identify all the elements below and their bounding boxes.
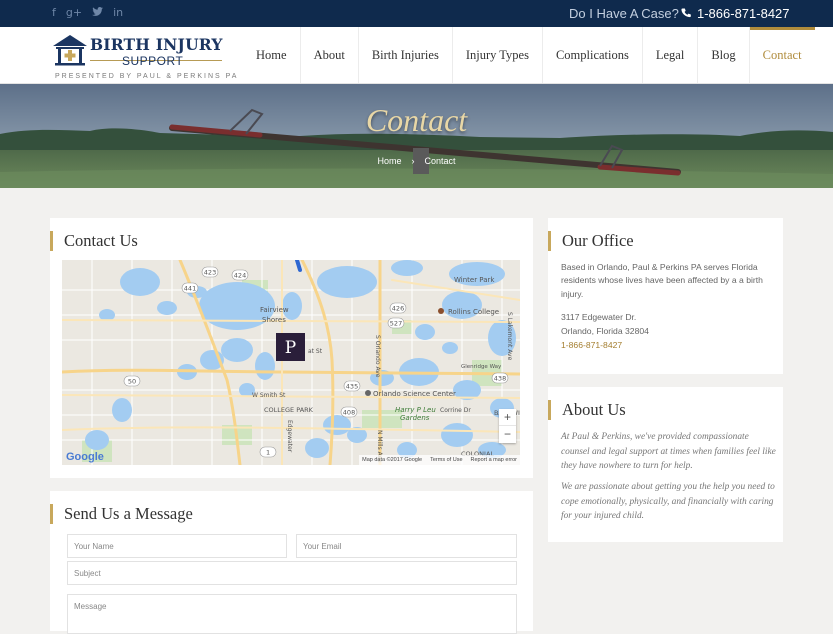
site-logo[interactable]: BIRTH INJURY SUPPORT PRESENTED BY PAUL &…: [52, 33, 236, 80]
site-header: BIRTH INJURY SUPPORT PRESENTED BY PAUL &…: [0, 27, 833, 84]
office-card: Our Office Based in Orlando, Paul & Perk…: [548, 218, 783, 374]
map-report-link[interactable]: Report a map error: [471, 457, 517, 463]
nav-item-injury-types[interactable]: Injury Types: [451, 27, 542, 83]
about-paragraph-2: We are passionate about getting you the …: [561, 482, 775, 522]
map-label-glenridge: Glenridge Way: [461, 364, 502, 370]
map-shield-527: 527: [390, 319, 402, 327]
case-link[interactable]: Do I Have A Case?: [569, 6, 679, 21]
map-shield-423: 423: [204, 268, 216, 276]
office-phone-link[interactable]: 1-866-871-8427: [561, 339, 622, 352]
map-label-rollins: Rollins College: [448, 308, 499, 316]
nav-item-blog[interactable]: Blog: [697, 27, 748, 83]
subject-field[interactable]: Subject: [67, 561, 517, 585]
about-heading: About Us: [548, 400, 626, 420]
map-label-w-par: at St: [308, 348, 323, 355]
map-terms-link[interactable]: Terms of Use: [430, 457, 462, 463]
map-shield-1: 1: [266, 448, 270, 456]
top-bar: f g+ in Do I Have A Case? 1-866-871-8427: [0, 0, 833, 27]
map-shield-435: 435: [346, 382, 358, 390]
top-phone-link[interactable]: 1-866-871-8427: [681, 6, 790, 21]
map-attribution-bar: Map data ©2017 Google Terms of Use Repor…: [359, 455, 520, 465]
map-label-lakemont: S Lakemont Ave: [506, 312, 513, 361]
map-shield-408: 408: [343, 408, 355, 416]
breadcrumb: Home › Contact: [0, 156, 833, 166]
map-shield-424: 424: [234, 271, 246, 279]
main-nav: Home About Birth Injuries Injury Types C…: [243, 27, 815, 83]
map-label-gardens: Gardens: [400, 414, 430, 422]
zoom-in-button[interactable]: +: [499, 409, 516, 426]
map-label-science-center: Orlando Science Center: [373, 390, 456, 398]
nav-item-birth-injuries[interactable]: Birth Injuries: [357, 27, 452, 83]
map-shield-50: 50: [128, 377, 136, 385]
map-label-winter-park: Winter Park: [454, 276, 495, 284]
message-placeholder: Message: [74, 602, 107, 611]
name-field[interactable]: Your Name: [67, 534, 287, 558]
map-data-credit: Map data ©2017 Google: [362, 457, 423, 463]
map-shield-426: 426: [392, 304, 404, 312]
facebook-icon[interactable]: f: [52, 7, 56, 19]
map-label-orlando-ave: S Orlando Ave: [374, 335, 381, 378]
nav-item-complications[interactable]: Complications: [541, 27, 642, 83]
message-card: Send Us a Message Your Name Your Email S…: [50, 491, 533, 634]
email-field[interactable]: Your Email: [296, 534, 517, 558]
linkedin-icon[interactable]: in: [113, 7, 123, 19]
map-label-shores: Shores: [262, 316, 286, 324]
message-field[interactable]: Message: [67, 594, 517, 634]
google-plus-icon[interactable]: g+: [66, 7, 82, 19]
message-heading: Send Us a Message: [50, 504, 193, 524]
page-title: Contact: [365, 102, 468, 138]
map-label-corrine: Corrine Dr: [440, 407, 471, 414]
logo-presented-by: PRESENTED BY PAUL & PERKINS PA: [55, 73, 239, 80]
map-zoom-control: + −: [499, 409, 516, 443]
office-marker-icon[interactable]: P: [276, 333, 305, 361]
nav-item-legal[interactable]: Legal: [641, 27, 697, 83]
zoom-out-button[interactable]: −: [499, 426, 516, 443]
house-plus-icon: [53, 35, 87, 66]
map-label-college-park: COLLEGE PARK: [264, 406, 314, 414]
about-card: About Us At Paul & Perkins, we've provid…: [548, 387, 783, 542]
logo-subtitle: SUPPORT: [122, 54, 184, 68]
nav-item-home[interactable]: Home: [243, 27, 300, 83]
name-placeholder: Your Name: [74, 542, 114, 551]
breadcrumb-home[interactable]: Home: [377, 156, 401, 166]
map-label-edgewater: Edgewater: [286, 420, 293, 453]
phone-icon: [681, 8, 691, 18]
breadcrumb-current: Contact: [424, 156, 456, 166]
map-label-harry: Harry P Leu: [395, 406, 436, 414]
page-hero: Contact Home › Contact: [0, 84, 833, 188]
map-label-w-smith: W Smith St: [252, 392, 286, 399]
svg-text:P: P: [285, 338, 296, 358]
twitter-icon[interactable]: [92, 7, 104, 19]
office-address-line2: Orlando, Florida 32804: [561, 326, 649, 336]
map-canvas[interactable]: 424 423 441 426 527 50 408 438 435 1 Win…: [62, 260, 520, 465]
contact-heading: Contact Us: [50, 231, 138, 251]
google-map[interactable]: 424 423 441 426 527 50 408 438 435 1 Win…: [62, 260, 520, 465]
map-shield-441: 441: [184, 284, 196, 292]
subject-placeholder: Subject: [74, 569, 101, 578]
google-logo[interactable]: Google: [66, 451, 104, 463]
breadcrumb-separator: ›: [411, 156, 415, 166]
about-paragraph-1: At Paul & Perkins, we've provided compas…: [561, 432, 776, 472]
office-heading: Our Office: [548, 231, 634, 251]
top-phone-number: 1-866-871-8427: [697, 6, 790, 21]
logo-title: BIRTH INJURY: [90, 35, 223, 54]
map-label-fairview: Fairview: [260, 306, 289, 314]
email-placeholder: Your Email: [303, 542, 342, 551]
nav-item-contact[interactable]: Contact: [748, 27, 815, 83]
social-links: f g+ in: [52, 7, 123, 19]
contact-card: Contact Us 424 423 441 426 527 50 408 43…: [50, 218, 533, 478]
nav-item-about[interactable]: About: [299, 27, 358, 83]
map-shield-438: 438: [494, 374, 506, 382]
office-description: Based in Orlando, Paul & Perkins PA serv…: [561, 262, 763, 299]
office-address-line1: 3117 Edgewater Dr.: [561, 312, 637, 322]
